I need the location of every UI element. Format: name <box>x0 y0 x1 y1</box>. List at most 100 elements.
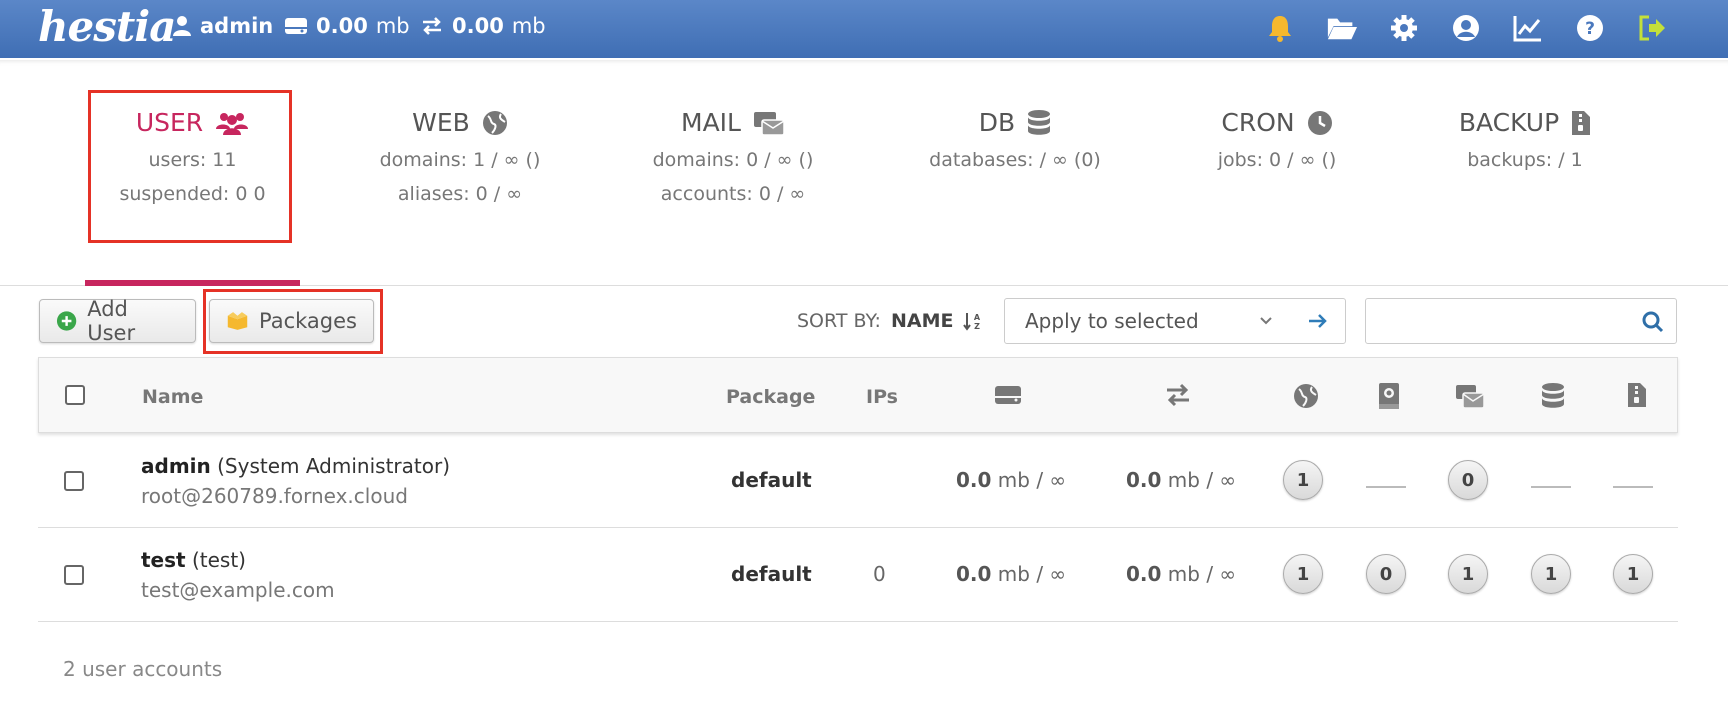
tab-db[interactable]: DB databases: / ∞ (0) <box>920 108 1110 171</box>
table-row[interactable]: test (test) test@example.com default 0 0… <box>38 528 1678 622</box>
tab-web-title: WEB <box>412 108 470 137</box>
user-name[interactable]: admin (System Administrator) <box>141 454 450 478</box>
svg-text:?: ? <box>1585 19 1595 39</box>
search-box <box>1365 298 1677 344</box>
tab-backup-title: BACKUP <box>1458 108 1560 137</box>
disk-usage: 0.00 mb <box>284 14 410 38</box>
select-all-checkbox[interactable] <box>65 385 85 405</box>
search-icon[interactable] <box>1642 311 1664 333</box>
sort-by-value: NAME <box>890 310 954 332</box>
clock-icon <box>1307 110 1332 135</box>
user-fullname: (test) <box>191 548 246 572</box>
chevron-down-icon <box>1260 317 1272 325</box>
user-icon <box>173 16 191 36</box>
hestia-logo[interactable]: hestia <box>38 2 176 51</box>
tab-mail-title: MAIL <box>681 108 741 137</box>
column-header-ips[interactable]: IPs <box>866 386 898 408</box>
bandwidth-unit: mb <box>511 14 546 38</box>
bandwidth-usage-suffix: mb / ∞ <box>1167 468 1237 492</box>
user-profile-icon[interactable] <box>1450 12 1482 44</box>
table-row[interactable]: admin (System Administrator) root@260789… <box>38 434 1678 528</box>
databases-count[interactable]: 1 <box>1531 554 1571 594</box>
tab-mail[interactable]: MAIL domains: 0 / ∞ () accounts: 0 / ∞ <box>638 108 828 205</box>
bandwidth-usage-value: 0.0 <box>1126 562 1162 586</box>
username: test <box>141 548 186 572</box>
file-manager-folder-icon[interactable] <box>1326 12 1358 44</box>
web-domains-count[interactable]: 1 <box>1283 460 1323 500</box>
user-indicator[interactable]: admin <box>172 14 273 38</box>
sort-by-control[interactable]: SORT BY: NAME AZ <box>797 310 983 332</box>
disk-usage-cell: 0.0 mb / ∞ <box>956 562 1066 586</box>
file-archive-icon <box>1572 110 1591 135</box>
active-tab-indicator <box>85 280 300 286</box>
top-icon-bar: ? <box>1264 12 1668 44</box>
highlight-box-user-tab <box>88 90 292 243</box>
disk-column-icon <box>995 386 1021 404</box>
mail-column-icon <box>1456 385 1485 409</box>
tab-cron[interactable]: CRON jobs: 0 / ∞ () <box>1182 108 1372 171</box>
bandwidth-usage-suffix: mb / ∞ <box>1167 562 1237 586</box>
add-user-button[interactable]: Add User <box>39 297 196 345</box>
packages-button[interactable]: Packages <box>209 299 374 343</box>
username: admin <box>141 454 211 478</box>
disk-usage-value: 0.0 <box>956 562 992 586</box>
logout-icon[interactable] <box>1636 12 1668 44</box>
user-name[interactable]: test (test) <box>141 548 246 572</box>
user-email: root@260789.fornex.cloud <box>141 484 408 508</box>
dns-count[interactable]: 0 <box>1366 554 1406 594</box>
backups-count-empty <box>1613 486 1653 488</box>
bandwidth-usage-cell: 0.0 mb / ∞ <box>1126 562 1236 586</box>
box-open-icon <box>227 312 248 330</box>
user-package: default <box>731 562 812 586</box>
disk-usage-cell: 0.0 mb / ∞ <box>956 468 1066 492</box>
tab-mail-line1: domains: 0 / ∞ () <box>652 149 814 171</box>
globe-icon <box>482 110 507 135</box>
add-user-label: Add User <box>87 297 136 345</box>
mail-domains-count[interactable]: 0 <box>1448 460 1488 500</box>
top-bar: hestia admin 0.00 mb 0.00 mb ? <box>0 0 1728 58</box>
exchange-arrows-icon <box>423 17 441 35</box>
arrow-right-icon[interactable] <box>1308 312 1328 330</box>
tab-backup[interactable]: BACKUP backups: / 1 <box>1430 108 1620 171</box>
search-input[interactable] <box>1372 305 1622 337</box>
tab-web[interactable]: WEB domains: 1 / ∞ () aliases: 0 / ∞ <box>365 108 555 205</box>
bandwidth-column-icon <box>1167 383 1189 407</box>
backup-column-icon <box>1628 383 1646 407</box>
backups-count[interactable]: 1 <box>1613 554 1653 594</box>
disk-usage-suffix: mb / ∞ <box>997 562 1067 586</box>
tab-mail-line2: accounts: 0 / ∞ <box>660 183 806 205</box>
current-username: admin <box>200 14 274 38</box>
table-header: Name Package IPs <box>38 357 1678 433</box>
bandwidth-value: 0.00 <box>452 14 504 38</box>
settings-gear-icon[interactable] <box>1388 12 1420 44</box>
tab-backup-line1: backups: / 1 <box>1467 149 1583 171</box>
database-column-icon <box>1542 383 1564 408</box>
column-header-package[interactable]: Package <box>726 386 815 408</box>
bulk-action-select[interactable]: Apply to selected <box>1004 298 1346 344</box>
dns-count-empty <box>1366 486 1406 488</box>
sort-by-label: SORT BY: <box>797 310 881 332</box>
bandwidth-usage-value: 0.0 <box>1126 468 1162 492</box>
databases-count-empty <box>1531 486 1571 488</box>
dns-book-column-icon <box>1379 383 1399 409</box>
bandwidth-usage-cell: 0.0 mb / ∞ <box>1126 468 1236 492</box>
tab-db-line1: databases: / ∞ (0) <box>929 149 1101 171</box>
help-question-icon[interactable]: ? <box>1574 12 1606 44</box>
disk-value: 0.00 <box>316 14 368 38</box>
plus-circle-icon <box>56 311 77 331</box>
svg-text:Z: Z <box>975 322 981 331</box>
mail-domains-count[interactable]: 1 <box>1448 554 1488 594</box>
tab-web-line2: aliases: 0 / ∞ <box>397 183 523 205</box>
svg-text:A: A <box>974 313 981 322</box>
row-checkbox[interactable] <box>64 471 84 491</box>
tab-db-title: DB <box>978 108 1016 137</box>
statistics-chart-icon[interactable] <box>1512 12 1544 44</box>
user-accounts-count: 2 user accounts <box>63 657 223 681</box>
hard-drive-icon <box>285 18 307 34</box>
mail-envelopes-icon <box>753 111 785 136</box>
column-header-name[interactable]: Name <box>142 386 203 408</box>
row-checkbox[interactable] <box>64 565 84 585</box>
packages-label: Packages <box>259 309 357 333</box>
notifications-bell-icon[interactable] <box>1264 12 1296 44</box>
web-domains-count[interactable]: 1 <box>1283 554 1323 594</box>
